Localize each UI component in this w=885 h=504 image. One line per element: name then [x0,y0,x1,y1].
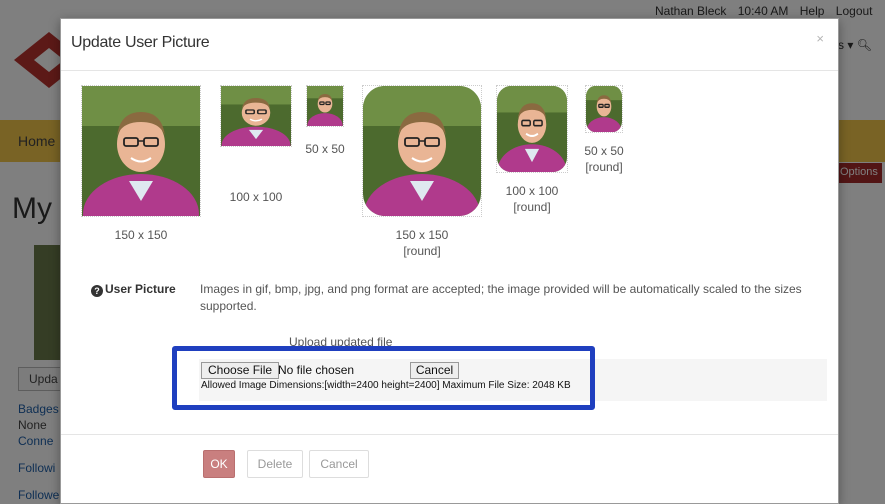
preview-caption: 100 x 100 [229,190,283,204]
preview-frame [362,85,482,217]
dialog-footer: OK Delete Cancel [61,434,838,504]
user-photo [82,86,200,216]
preview-caption: 150 x 150 [round] [395,228,449,258]
user-picture-label-text: User Picture [105,282,176,296]
dialog-title: Update User Picture [71,34,210,51]
user-photo [586,86,622,132]
user-picture-label: ? User Picture [91,282,176,297]
preview-caption: 50 x 50 [round] [584,144,624,174]
preview-150: 150 x 150 [73,85,209,243]
user-photo [363,86,481,216]
preview-caption: 50 x 50 [305,142,345,156]
highlight-annotation [172,346,595,410]
user-photo [307,86,343,126]
preview-100: 100 x 100 [217,85,295,205]
preview-100-round: 100 x 100 [round] [493,85,571,215]
user-photo [497,86,567,172]
update-user-picture-dialog: Update User Picture × 150 x 150 100 x 10… [60,18,839,504]
preview-frame [81,85,201,217]
user-photo [221,86,291,146]
preview-frame [585,85,623,133]
preview-caption: 100 x 100 [round] [505,184,559,214]
dialog-header: Update User Picture × [61,19,838,71]
preview-frame [496,85,568,173]
preview-50-round: 50 x 50 [round] [577,85,631,175]
preview-50: 50 x 50 [301,85,349,157]
cancel-button[interactable]: Cancel [309,450,369,478]
user-picture-description: Images in gif, bmp, jpg, and png format … [200,282,802,313]
preview-150-round: 150 x 150 [round] [357,85,487,259]
ok-button[interactable]: OK [203,450,235,478]
preview-frame [220,85,292,147]
close-icon[interactable]: × [816,31,824,46]
preview-caption: 150 x 150 [114,228,168,242]
preview-frame [306,85,344,127]
help-icon[interactable]: ? [91,285,103,297]
delete-button[interactable]: Delete [247,450,303,478]
